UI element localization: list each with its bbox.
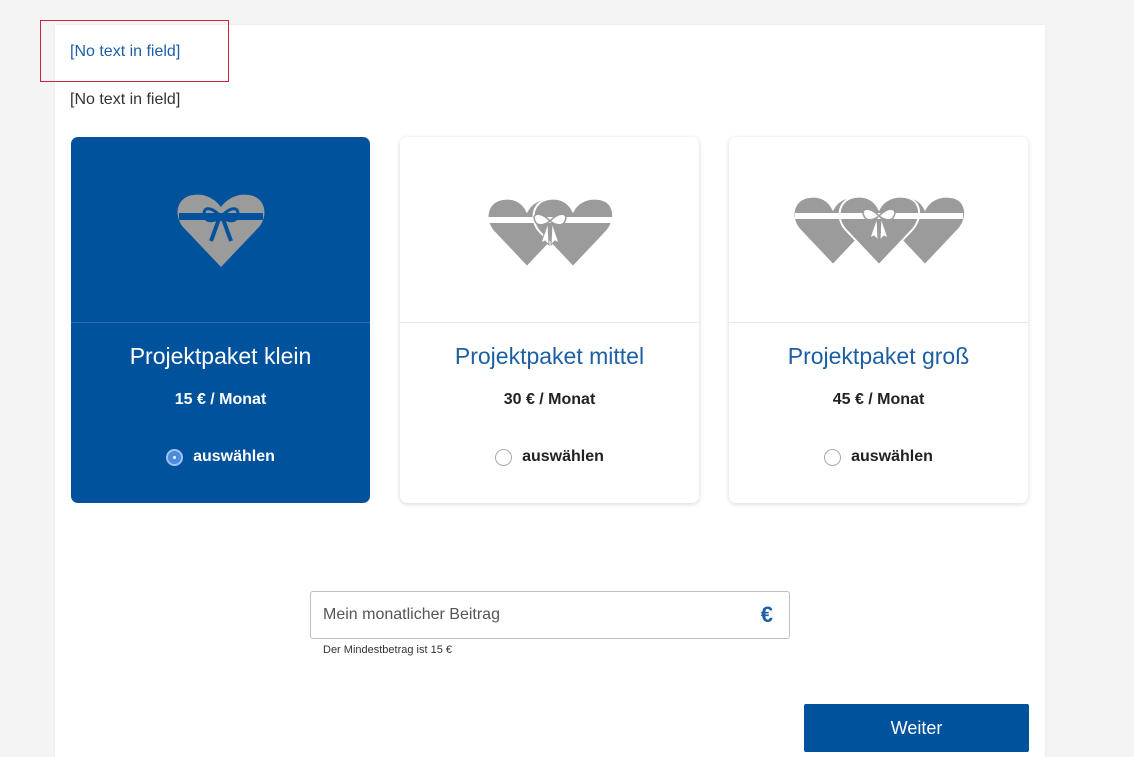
radio-button[interactable]	[824, 448, 842, 466]
single-heart-gift-icon	[71, 137, 370, 322]
first-text-field[interactable]: [No text in field]	[70, 43, 180, 61]
package-price: 15 € / Monat	[174, 391, 267, 408]
package-card-large[interactable]: Projektpaket groß 45 € / Monat auswählen	[729, 137, 1028, 503]
package-card-small[interactable]: Projektpaket klein 15 € / Monat auswähle…	[71, 137, 370, 503]
radio-button-checked[interactable]	[166, 448, 184, 466]
minimum-amount-hint: Der Mindestbetrag ist 15 €	[323, 644, 453, 656]
select-label: auswählen	[851, 448, 933, 465]
second-text-field[interactable]: [No text in field]	[70, 91, 180, 109]
double-heart-gift-icon	[400, 137, 699, 322]
package-card-medium[interactable]: Projektpaket mittel 30 € / Monat auswähl…	[400, 137, 699, 503]
package-title: Projektpaket groß	[787, 343, 970, 369]
package-price: 30 € / Monat	[503, 391, 596, 408]
triple-heart-gift-icon	[729, 137, 1028, 322]
package-select-option[interactable]: auswählen	[71, 448, 370, 466]
card-divider	[71, 322, 370, 323]
card-divider	[400, 322, 699, 323]
select-label: auswählen	[522, 448, 604, 465]
package-title: Projektpaket mittel	[454, 343, 645, 369]
select-label: auswählen	[193, 448, 275, 465]
package-select-option[interactable]: auswählen	[729, 448, 1028, 466]
next-button[interactable]: Weiter	[804, 704, 1029, 752]
package-title: Projektpaket klein	[129, 343, 312, 369]
monthly-amount-input[interactable]	[323, 592, 743, 638]
euro-icon: €	[760, 602, 773, 627]
monthly-amount-field[interactable]: €	[310, 591, 790, 639]
package-select-option[interactable]: auswählen	[400, 448, 699, 466]
card-divider	[729, 322, 1028, 323]
package-price: 45 € / Monat	[832, 391, 925, 408]
radio-button[interactable]	[495, 448, 513, 466]
